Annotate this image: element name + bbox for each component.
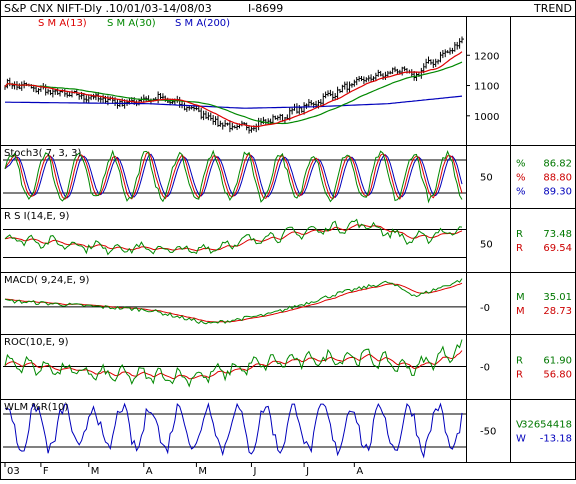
- legend-sma30: S M A(30): [107, 18, 156, 29]
- x-tick-label: A: [356, 466, 363, 477]
- technical-chart: S&P CNX NIFT-Dly .10/01/03-14/08/03 I-869…: [0, 0, 576, 480]
- readout-key: R: [516, 356, 523, 367]
- readout-key: R: [516, 229, 523, 240]
- readout-value: -13.18: [540, 434, 572, 445]
- price-tick-label: 1200: [474, 51, 499, 62]
- x-tick-label: J: [305, 466, 309, 477]
- readout-value: 69.54: [543, 243, 572, 254]
- legend-sma200: S M A(200): [175, 18, 230, 29]
- sma200-line: [5, 95, 463, 109]
- readout-value: 86.82: [543, 159, 572, 170]
- panel-tick-williams: -50: [480, 427, 496, 438]
- x-tick-label: M: [198, 466, 207, 477]
- readout-value: 89.30: [543, 187, 572, 198]
- readout-key: R: [516, 243, 523, 254]
- readout-value: 61.90: [543, 356, 572, 367]
- panel-tick-macd: -0: [480, 303, 490, 314]
- panel-tick-stochastic: 50: [480, 173, 493, 184]
- readout-value: 88.80: [543, 173, 572, 184]
- wlm-line: [4, 402, 463, 459]
- readout-key: M: [516, 292, 525, 303]
- x-tick-label: J: [252, 466, 256, 477]
- roc-line: [4, 339, 463, 388]
- readout-value: 32654418: [521, 420, 572, 431]
- panel-tick-rsi: 50: [480, 240, 493, 251]
- readout-key: %: [516, 173, 526, 184]
- readout-key: R: [516, 370, 523, 381]
- readout-value: 56.80: [543, 370, 572, 381]
- panel-title-roc: ROC(10,E, 9): [4, 337, 69, 348]
- price-tick-label: 1000: [474, 112, 499, 123]
- legend-sma13: S M A(13): [38, 18, 87, 29]
- panel-title-stochastic: Stoch3( 7, 3, 3): [4, 148, 81, 159]
- readout-key: %: [516, 159, 526, 170]
- roc-signal-line: [4, 350, 463, 380]
- chart-code: I-8699: [248, 2, 283, 15]
- readout-key: %: [516, 187, 526, 198]
- chart-canvas: S&P CNX NIFT-Dly .10/01/03-14/08/03 I-869…: [0, 0, 576, 480]
- x-tick-label: A: [146, 466, 153, 477]
- readout-value: 35.01: [543, 292, 572, 303]
- x-tick-label: 03: [7, 466, 20, 477]
- readout-key: M: [516, 306, 525, 317]
- readout-value: 28.73: [543, 306, 572, 317]
- readout-key: W: [516, 434, 526, 445]
- x-tick-label: F: [43, 466, 49, 477]
- rsi-line: [4, 218, 463, 256]
- panel-title-rsi: R S I(14,E, 9): [4, 211, 69, 222]
- panel-tick-roc: -0: [480, 363, 490, 374]
- ohlc-bars: [4, 36, 464, 134]
- price-tick-label: 1100: [474, 82, 499, 93]
- panel-title-macd: MACD( 9,24,E, 9): [4, 275, 90, 286]
- chart-title: S&P CNX NIFT-Dly .10/01/03-14/08/03: [4, 2, 212, 15]
- macd-signal-line: [4, 282, 463, 323]
- x-tick-label: M: [91, 466, 100, 477]
- readout-value: 73.48: [543, 229, 572, 240]
- trend-label: TREND: [533, 2, 572, 15]
- panel-title-williams: WLM %R(10): [4, 402, 68, 413]
